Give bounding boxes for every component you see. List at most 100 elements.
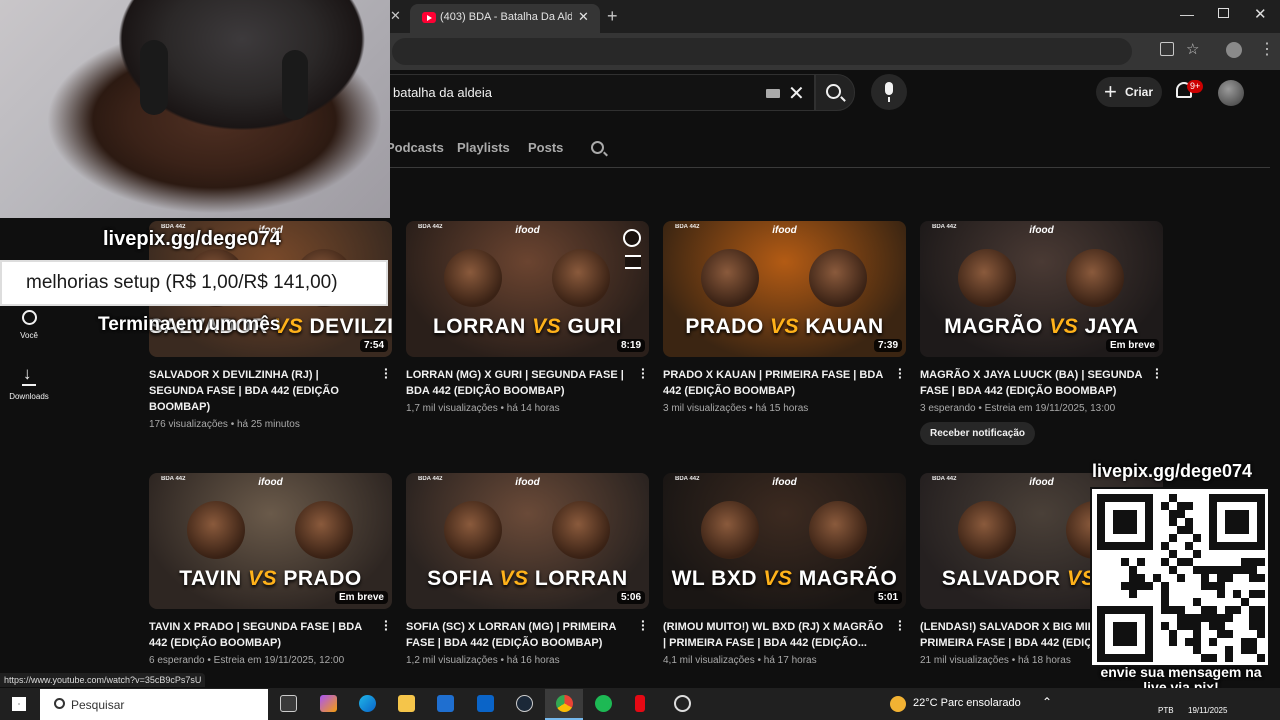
qr-module (1241, 558, 1249, 566)
add-to-queue-icon[interactable] (625, 255, 641, 269)
video-card[interactable]: BDA 442 ifood PRADO VS KAUAN 7:39 PRADO … (663, 221, 906, 414)
tab-playlists[interactable]: Playlists (457, 140, 510, 155)
account-avatar[interactable] (1218, 80, 1244, 106)
tray-chevron-up-icon[interactable]: ⌃ (1042, 695, 1052, 709)
video-card[interactable]: BDA 442 ifood WL BXD VS MAGRÃO 5:01 (RIM… (663, 473, 906, 666)
browser-tab-active[interactable]: (403) BDA - Batalha Da Aldeia ✕ (410, 4, 600, 33)
more-options-icon[interactable]: ··· (384, 614, 389, 636)
sidebar-item-downloads[interactable]: Downloads (0, 364, 58, 401)
create-button[interactable]: + Criar (1096, 77, 1162, 107)
microsoft-store-icon[interactable] (437, 695, 454, 712)
video-thumbnail[interactable]: BDA 442 ifood TAVIN VS PRADO Em breve (149, 473, 392, 609)
battler-left-name: SOFIA (427, 567, 494, 590)
clear-search-icon[interactable]: ✕ (788, 81, 805, 106)
install-app-icon[interactable] (1160, 42, 1174, 56)
video-card[interactable]: BDA 442 ifood MAGRÃO VS JAYA Em breve MA… (920, 221, 1163, 445)
video-thumbnail[interactable]: BDA 442 ifood SOFIA VS LORRAN 5:06 (406, 473, 649, 609)
vs-mark: VS (248, 567, 278, 590)
watch-later-icon[interactable] (623, 229, 641, 247)
browser-profile-icon[interactable] (1226, 42, 1242, 58)
weather-text[interactable]: 22°C Parc ensolarado (913, 697, 1021, 709)
qr-module (1257, 502, 1265, 510)
chrome-icon[interactable] (556, 695, 573, 712)
window-close-icon[interactable]: ✕ (1254, 5, 1267, 23)
omnibox[interactable] (392, 38, 1132, 65)
restore-icon[interactable] (1218, 8, 1229, 18)
keyboard-icon[interactable] (766, 89, 780, 98)
video-title[interactable]: TAVIN X PRADO | SEGUNDA FASE | BDA 442 (… (149, 619, 375, 651)
video-thumbnail[interactable]: BDA 442 ifood WL BXD VS MAGRÃO 5:01 (663, 473, 906, 609)
battler-left-image (444, 249, 502, 307)
video-thumbnail[interactable]: BDA 442 ifood PRADO VS KAUAN 7:39 (663, 221, 906, 357)
more-options-icon[interactable]: ··· (384, 362, 389, 384)
windows-start-icon[interactable] (12, 697, 26, 711)
qr-module (1129, 606, 1137, 614)
minimize-icon[interactable]: — (1180, 6, 1194, 22)
task-view-icon[interactable] (280, 695, 297, 712)
video-card[interactable]: BDA 442 ifood SOFIA VS LORRAN 5:06 SOFIA… (406, 473, 649, 666)
video-title[interactable]: SOFIA (SC) X LORRAN (MG) | PRIMEIRA FASE… (406, 619, 632, 651)
new-tab-icon[interactable]: + (607, 6, 618, 27)
qr-module (1105, 542, 1113, 550)
video-title[interactable]: (RIMOU MUITO!) WL BXD (RJ) X MAGRÃO | PR… (663, 619, 889, 651)
qr-module (1121, 582, 1129, 590)
qr-module (1145, 606, 1153, 614)
notify-button[interactable]: Receber notificação (920, 422, 1036, 445)
video-title[interactable]: MAGRÃO X JAYA LUUCK (BA) | SEGUNDA FASE … (920, 367, 1146, 399)
qr-module (1225, 494, 1233, 502)
sidebar-item-you[interactable]: Você (0, 310, 58, 340)
weather-sun-icon[interactable] (890, 696, 906, 712)
video-age: Estreia em 19/11/2025, 12:00 (213, 655, 345, 666)
tab-close-icon[interactable]: ✕ (578, 9, 589, 25)
more-options-icon[interactable]: ··· (641, 362, 646, 384)
qr-module (1105, 606, 1113, 614)
netflix-icon[interactable] (635, 695, 645, 712)
search-icon (826, 84, 841, 99)
qr-module (1209, 526, 1217, 534)
tab-posts[interactable]: Posts (528, 140, 563, 155)
qr-module (1249, 614, 1257, 622)
qr-module (1129, 582, 1137, 590)
more-options-icon[interactable]: ··· (898, 614, 903, 636)
video-thumbnail[interactable]: BDA 442 ifood MAGRÃO VS JAYA Em breve (920, 221, 1163, 357)
steam-icon[interactable] (516, 695, 533, 712)
file-explorer-icon[interactable] (398, 695, 415, 712)
more-options-icon[interactable]: ··· (641, 614, 646, 636)
previous-tab-close-icon[interactable]: ✕ (390, 8, 404, 24)
versus-banner: TAVIN VS PRADO (149, 567, 392, 591)
search-input[interactable]: batalha da aldeia ✕ (390, 74, 815, 111)
video-thumbnail[interactable]: BDA 442 ifood LORRAN VS GURI 8:19 (406, 221, 649, 357)
qr-module (1241, 598, 1249, 606)
qr-module (1217, 614, 1225, 622)
qr-module (1201, 574, 1209, 582)
outlook-icon[interactable] (477, 695, 494, 712)
qr-module (1113, 526, 1121, 534)
browser-menu-icon[interactable]: ⋮ (1259, 39, 1275, 59)
more-options-icon[interactable]: ··· (1155, 362, 1160, 384)
more-options-icon[interactable]: ··· (898, 362, 903, 384)
tab-podcasts[interactable]: Podcasts (386, 140, 444, 155)
video-title[interactable]: LORRAN (MG) X GURI | SEGUNDA FASE | BDA … (406, 367, 632, 399)
battler-left-image (958, 501, 1016, 559)
qr-module (1097, 638, 1105, 646)
battler-left-image (187, 501, 245, 559)
obs-icon[interactable] (674, 695, 691, 712)
copilot-icon[interactable] (320, 695, 337, 712)
video-title[interactable]: PRADO X KAUAN | PRIMEIRA FASE | BDA 442 … (663, 367, 889, 399)
video-age: Estreia em 19/11/2025, 13:00 (984, 403, 1116, 414)
battler-left-name: MAGRÃO (944, 315, 1043, 338)
edge-icon[interactable] (359, 695, 376, 712)
taskbar-search-box[interactable]: Pesquisar (40, 689, 268, 720)
search-button[interactable] (815, 74, 855, 111)
spotify-icon[interactable] (595, 695, 612, 712)
channel-search-icon[interactable] (591, 141, 604, 154)
video-title[interactable]: SALVADOR X DEVILZINHA (RJ) | SEGUNDA FAS… (149, 367, 375, 415)
tray-language[interactable]: PTB (1158, 706, 1174, 715)
video-card[interactable]: BDA 442 ifood TAVIN VS PRADO Em breve TA… (149, 473, 392, 666)
tray-date[interactable]: 19/11/2025 (1188, 706, 1227, 715)
voice-search-button[interactable] (871, 74, 907, 110)
battler-left-name: WL BXD (671, 567, 758, 590)
bookmark-star-icon[interactable]: ☆ (1186, 40, 1199, 58)
video-card[interactable]: BDA 442 ifood LORRAN VS GURI 8:19 LORRAN… (406, 221, 649, 414)
create-label: Criar (1125, 85, 1154, 99)
